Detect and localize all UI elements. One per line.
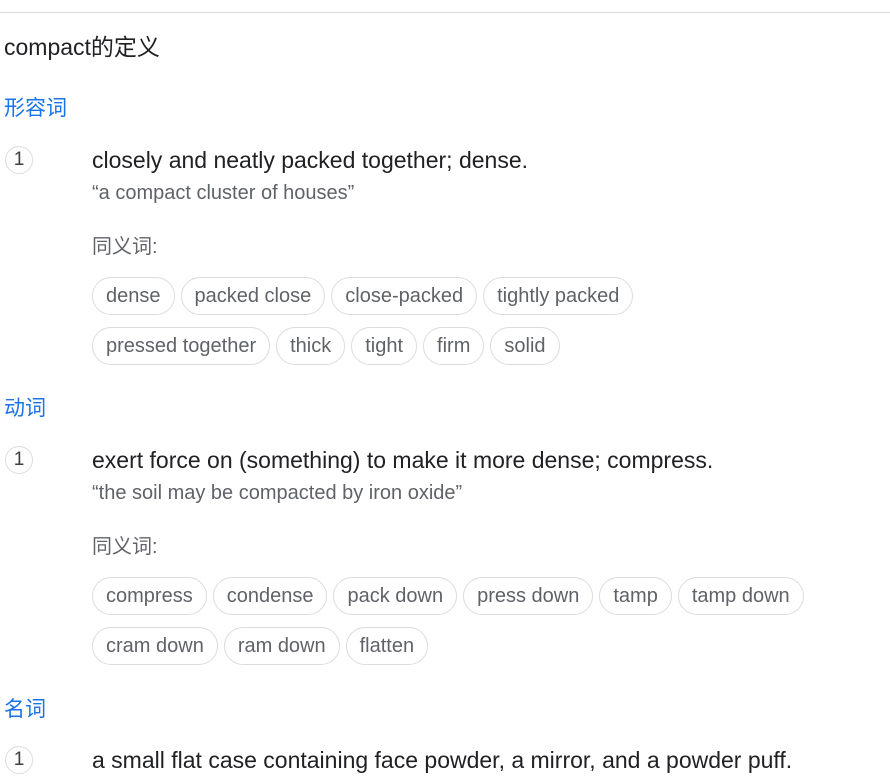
synonym-chip[interactable]: press down [463, 577, 594, 615]
synonym-chip[interactable]: tamp down [677, 577, 804, 615]
definition-text: a small flat case containing face powder… [92, 747, 793, 773]
synonyms-label: 同义词: [92, 536, 158, 558]
definition-text: exert force on (something) to make it mo… [92, 447, 714, 473]
synonym-chip-row: compress condense pack down press down t… [92, 577, 804, 615]
sense-number: 1 [5, 146, 33, 174]
pos-heading-verb: 动词 [4, 397, 46, 420]
synonym-chip-row: cram down ram down flatten [92, 627, 429, 665]
synonym-chip[interactable]: thick [276, 327, 346, 365]
top-divider [0, 12, 890, 13]
synonym-chip[interactable]: packed close [180, 277, 326, 315]
synonym-chip[interactable]: pressed together [92, 327, 271, 365]
synonym-chip[interactable]: tamp [599, 577, 672, 615]
pos-heading-noun: 名词 [4, 698, 46, 721]
synonym-chip[interactable]: condense [212, 577, 328, 615]
synonym-chip[interactable]: tightly packed [483, 277, 634, 315]
page-title: compact的定义 [4, 34, 160, 60]
sense-number: 1 [5, 446, 33, 474]
synonyms-label: 同义词: [92, 236, 158, 258]
synonym-chip-row: dense packed close close-packed tightly … [92, 277, 634, 315]
synonym-chip[interactable]: tight [351, 327, 418, 365]
sense-number: 1 [5, 746, 33, 774]
example-text: “a compact cluster of houses” [92, 182, 355, 204]
synonym-chip[interactable]: compress [92, 577, 207, 615]
synonym-chip[interactable]: dense [92, 277, 175, 315]
definition-text: closely and neatly packed together; dens… [92, 147, 529, 173]
synonym-chip[interactable]: solid [490, 327, 560, 365]
synonym-chip[interactable]: close-packed [331, 277, 478, 315]
example-text: “the soil may be compacted by iron oxide… [92, 482, 463, 504]
synonym-chip-row: pressed together thick tight firm solid [92, 327, 560, 365]
synonym-chip[interactable]: ram down [223, 627, 340, 665]
synonym-chip[interactable]: cram down [92, 627, 218, 665]
synonym-chip[interactable]: firm [423, 327, 485, 365]
pos-heading-adjective: 形容词 [4, 97, 67, 120]
synonym-chip[interactable]: pack down [333, 577, 458, 615]
synonym-chip[interactable]: flatten [345, 627, 429, 665]
